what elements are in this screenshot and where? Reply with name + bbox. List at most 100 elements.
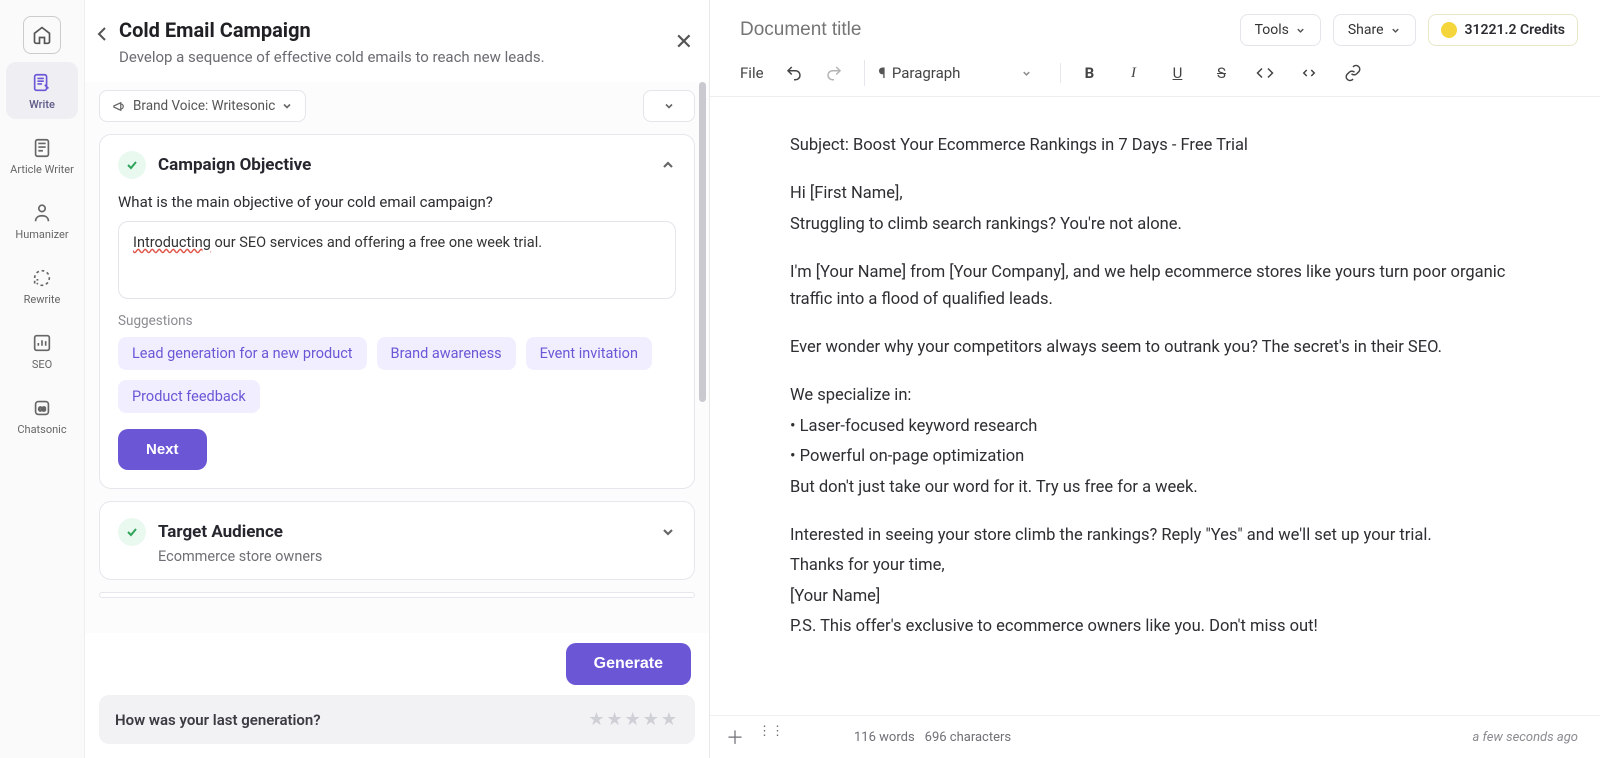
link-icon[interactable] (1343, 63, 1363, 83)
credit-dot-icon (1441, 22, 1457, 38)
doc-line: Interested in seeing your store climb th… (790, 523, 1540, 549)
close-button[interactable]: ✕ (675, 30, 693, 55)
doc-line: I'm [Your Name] from [Your Company], and… (790, 260, 1540, 313)
doc-line: • Laser-focused keyword research (790, 414, 1540, 440)
sidebar-item-label: SEO (32, 358, 52, 371)
next-card-peek (99, 592, 695, 598)
sidebar-item-label: Humanizer (15, 228, 68, 241)
doc-line: Ever wonder why your competitors always … (790, 335, 1540, 361)
paragraph-label: Paragraph (892, 64, 961, 82)
drag-handle-icon[interactable]: ⋮⋮ (758, 724, 784, 750)
objective-question: What is the main objective of your cold … (118, 193, 676, 211)
form-scrollbar[interactable] (699, 82, 707, 618)
sidebar-item-label: Article Writer (10, 163, 74, 176)
italic-icon[interactable]: I (1123, 63, 1143, 83)
document-title-input[interactable] (740, 19, 1228, 41)
page-title: Cold Email Campaign (119, 18, 681, 42)
doc-line: Subject: Boost Your Ecommerce Rankings i… (790, 133, 1540, 159)
code-icon[interactable] (1255, 63, 1275, 83)
megaphone-icon (112, 99, 127, 114)
last-saved: a few seconds ago (1472, 730, 1578, 745)
doc-line: [Your Name] (790, 584, 1540, 610)
paragraph-select[interactable]: ¶ Paragraph (864, 60, 1041, 86)
sidebar: Write Article Writer Humanizer Rewrite S… (0, 0, 85, 758)
brand-voice-label: Brand Voice: Writesonic (133, 98, 275, 114)
editor-top-bar: Tools Share 31221.2 Credits (710, 0, 1600, 56)
objective-title: Campaign Objective (158, 155, 311, 175)
chevron-down-icon (281, 100, 293, 112)
suggestion-chip[interactable]: Brand awareness (377, 337, 516, 370)
chevron-down-icon (1390, 25, 1401, 36)
share-label: Share (1348, 22, 1384, 38)
sidebar-item-article-writer[interactable]: Article Writer (6, 127, 78, 184)
tools-label: Tools (1255, 22, 1289, 38)
form-header: Cold Email Campaign Develop a sequence o… (85, 0, 709, 82)
file-menu[interactable]: File (740, 64, 764, 82)
sidebar-item-rewrite[interactable]: Rewrite (6, 257, 78, 314)
sidebar-item-chatsonic[interactable]: cs Chatsonic (6, 387, 78, 444)
brand-voice-select[interactable]: Brand Voice: Writesonic (99, 90, 306, 122)
doc-line: • Powerful on-page optimization (790, 444, 1540, 470)
sidebar-item-label: Rewrite (24, 293, 61, 306)
editor-status-bar: ＋ ⋮⋮ 116 words 696 characters a few seco… (710, 715, 1600, 758)
suggestions-chips: Lead generation for a new product Brand … (118, 337, 676, 413)
pilcrow-icon: ¶ (879, 64, 886, 82)
editor-body[interactable]: Subject: Boost Your Ecommerce Rankings i… (710, 97, 1600, 715)
objective-card: Campaign Objective What is the main obje… (99, 134, 695, 489)
audience-summary: Ecommerce store owners (158, 548, 676, 565)
feedback-question: How was your last generation? (115, 711, 321, 729)
doc-line: Thanks for your time, (790, 553, 1540, 579)
underline-icon[interactable]: U (1167, 63, 1187, 83)
audience-card: Target Audience Ecommerce store owners (99, 501, 695, 580)
svg-text:cs: cs (38, 404, 46, 413)
audience-card-header[interactable]: Target Audience (118, 518, 676, 546)
sidebar-item-seo[interactable]: SEO (6, 322, 78, 379)
redo-icon[interactable] (824, 63, 844, 83)
editor-column: Tools Share 31221.2 Credits File ¶ Parag… (710, 0, 1600, 758)
tools-button[interactable]: Tools (1240, 14, 1321, 46)
rating-stars[interactable]: ★★★★★ (588, 709, 679, 730)
doc-line: But don't just take our word for it. Try… (790, 475, 1540, 501)
sidebar-item-humanizer[interactable]: Humanizer (6, 192, 78, 249)
objective-card-header[interactable]: Campaign Objective (118, 151, 676, 179)
doc-line: Struggling to climb search rankings? You… (790, 212, 1540, 238)
generate-button[interactable]: Generate (566, 643, 691, 685)
next-button[interactable]: Next (118, 429, 207, 470)
codeblock-icon[interactable] (1299, 63, 1319, 83)
feedback-box: How was your last generation? ★★★★★ (99, 695, 695, 744)
form-footer: Generate How was your last generation? ★… (85, 633, 709, 758)
suggestions-label: Suggestions (118, 313, 676, 329)
doc-line: Hi [First Name], (790, 181, 1540, 207)
page-subtitle: Develop a sequence of effective cold ema… (119, 48, 681, 66)
chevron-down-icon (663, 100, 675, 112)
editor-toolbar: File ¶ Paragraph B I U S (710, 56, 1600, 97)
chevron-down-icon (660, 524, 676, 540)
doc-line: P.S. This offer's exclusive to ecommerce… (790, 614, 1540, 640)
doc-line: We specialize in: (790, 383, 1540, 409)
sidebar-item-write[interactable]: Write (6, 62, 78, 119)
char-count: 696 characters (925, 730, 1011, 745)
home-icon[interactable] (23, 16, 61, 54)
form-body: Brand Voice: Writesonic Campaign Objecti… (85, 82, 709, 633)
share-button[interactable]: Share (1333, 14, 1416, 46)
check-badge-icon (118, 518, 146, 546)
credits-pill[interactable]: 31221.2 Credits (1428, 14, 1578, 46)
suggestion-chip[interactable]: Event invitation (526, 337, 652, 370)
undo-icon[interactable] (784, 63, 804, 83)
strike-icon[interactable]: S (1211, 63, 1231, 83)
audience-title: Target Audience (158, 522, 283, 542)
suggestion-chip[interactable]: Lead generation for a new product (118, 337, 367, 370)
check-badge-icon (118, 151, 146, 179)
word-count: 116 words (854, 730, 915, 745)
objective-input[interactable]: Introducting our SEO services and offeri… (118, 221, 676, 299)
add-block-icon[interactable]: ＋ (726, 724, 744, 750)
bold-icon[interactable]: B (1079, 63, 1099, 83)
chevron-down-icon (1021, 68, 1032, 79)
sidebar-item-label: Write (29, 98, 55, 111)
chevron-down-icon (1295, 25, 1306, 36)
suggestion-chip[interactable]: Product feedback (118, 380, 260, 413)
form-column: Cold Email Campaign Develop a sequence o… (85, 0, 710, 758)
back-button[interactable] (93, 24, 113, 44)
extra-select[interactable] (643, 90, 695, 122)
credits-label: 31221.2 Credits (1465, 22, 1565, 38)
